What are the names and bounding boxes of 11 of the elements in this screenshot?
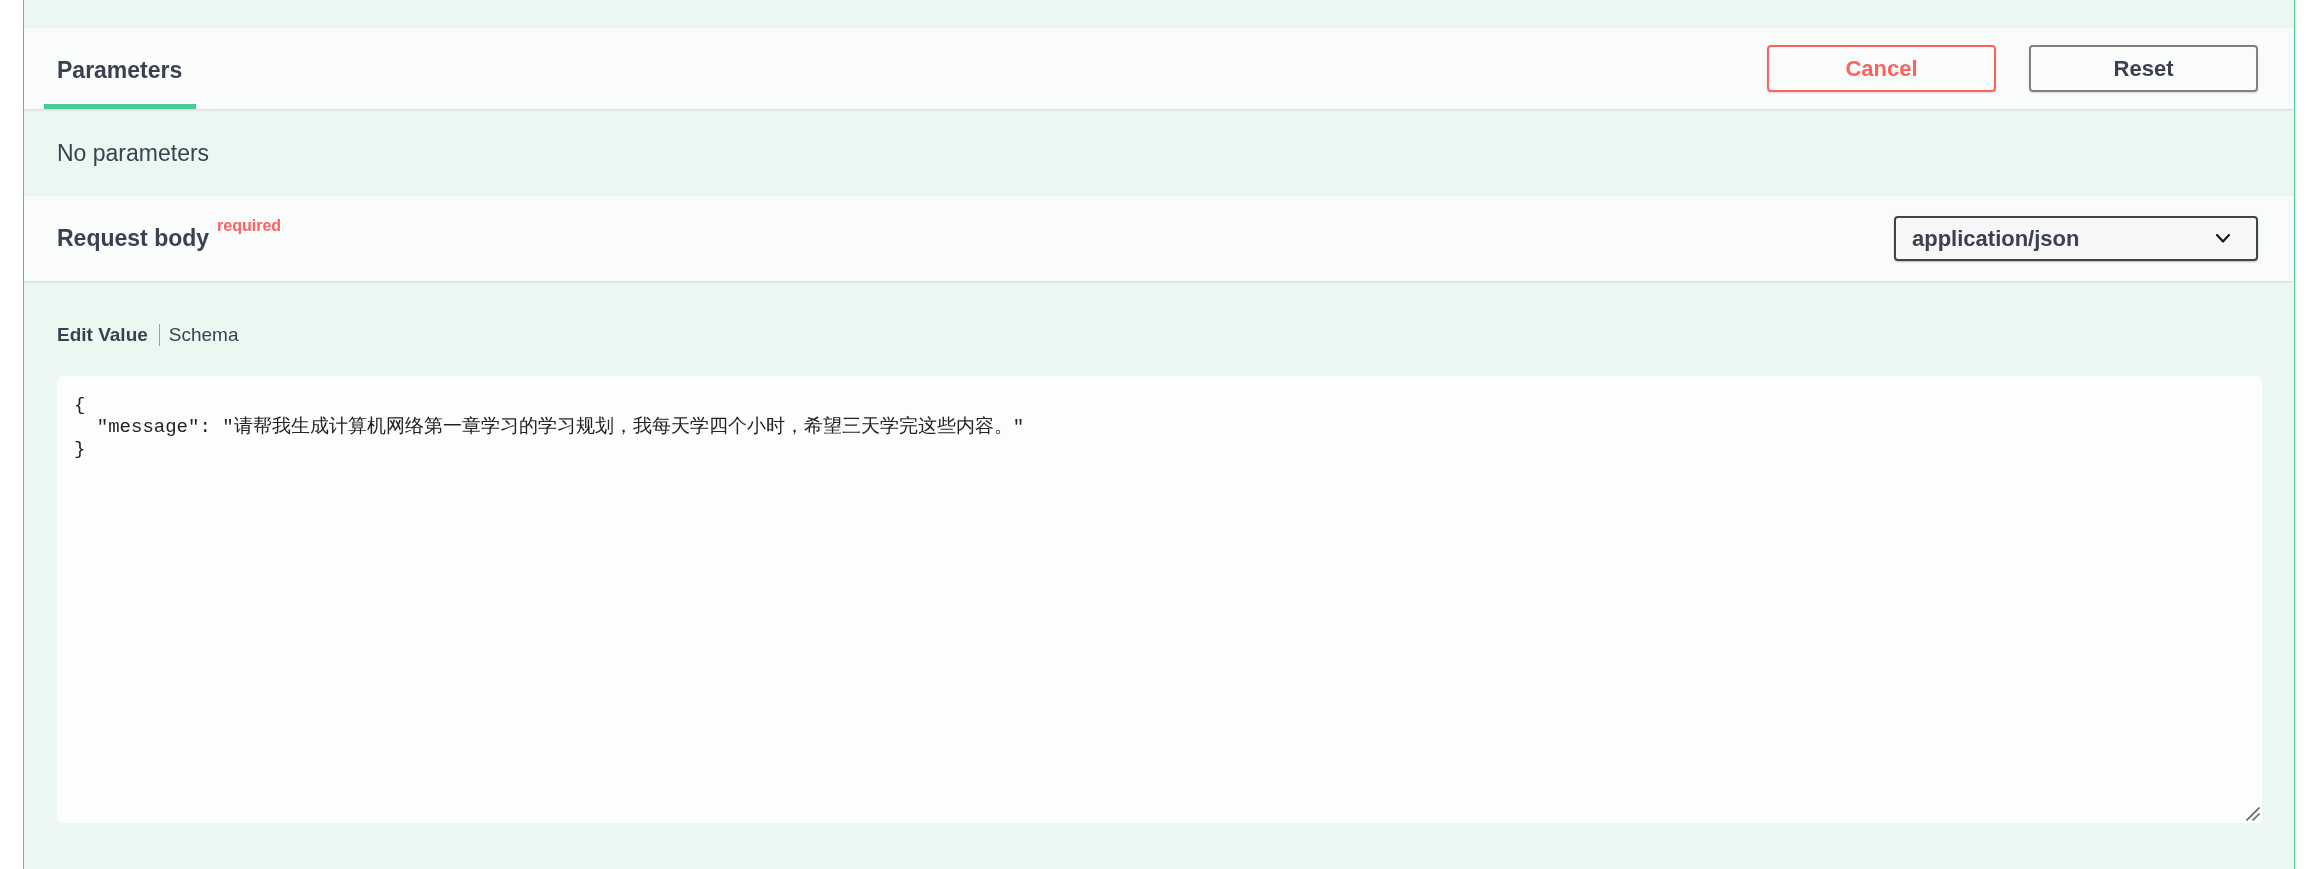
editor-tab[interactable]: Edit Value <box>57 321 148 349</box>
section-tab[interactable]: Parameters <box>44 28 197 109</box>
chevron-down-icon <box>2216 234 2230 243</box>
content-type-select[interactable]: application/json <box>1894 216 2258 261</box>
no-parameters-text: No parameters <box>57 139 210 167</box>
request-body-title: Request body <box>57 225 210 252</box>
resize-grip-icon[interactable] <box>2246 807 2260 821</box>
required-label: required <box>217 217 282 235</box>
request-body-editor[interactable]: { "message": "请帮我生成计算机网络第一章学习的学习规划，我每天学四个小时，希望三天学完这些内容。" } <box>57 376 2262 823</box>
reset-button[interactable]: Reset <box>2029 45 2258 92</box>
editor-tab[interactable]: Schema <box>168 321 239 349</box>
